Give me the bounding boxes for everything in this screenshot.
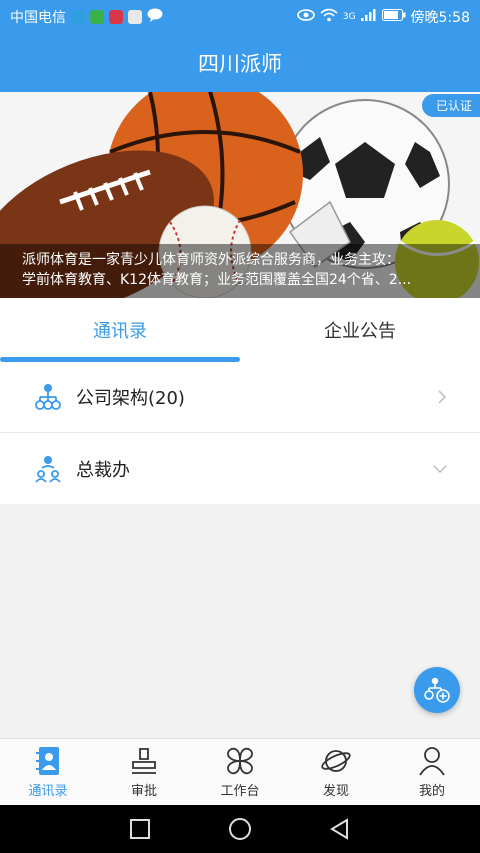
triangle-back-icon bbox=[330, 818, 348, 840]
nav-workbench[interactable]: 工作台 bbox=[192, 739, 288, 805]
page-title: 四川派师 bbox=[198, 52, 282, 76]
status-bar: 中国电信 3G 傍晚5:58 bbox=[0, 0, 480, 34]
iqiyi-notification-icon bbox=[90, 10, 104, 24]
list-item-company-structure[interactable]: 公司架构(20) bbox=[0, 362, 480, 433]
add-org-icon bbox=[424, 677, 450, 703]
circle-icon bbox=[229, 818, 251, 840]
contacts-list: 公司架构(20) 总裁办 bbox=[0, 362, 480, 504]
department-icon bbox=[35, 455, 61, 483]
clock-label: 傍晚5:58 bbox=[410, 10, 470, 26]
nav-approval-label: 审批 bbox=[130, 784, 157, 799]
nav-contacts[interactable]: 通讯录 bbox=[0, 739, 96, 805]
signal-icon bbox=[360, 9, 377, 25]
list-item-label: 总裁办 bbox=[76, 459, 130, 481]
approval-stamp-icon bbox=[132, 748, 156, 774]
eye-icon bbox=[297, 9, 315, 25]
bottom-navigation: 通讯录 审批 工作台 发现 我的 bbox=[0, 738, 480, 805]
list-item-label: 公司架构(20) bbox=[76, 388, 185, 409]
message-icon bbox=[147, 8, 163, 26]
system-navigation-bar bbox=[0, 805, 480, 853]
workbench-icon bbox=[227, 747, 253, 775]
chevron-right-icon bbox=[438, 390, 447, 404]
carrier-label: 中国电信 bbox=[10, 10, 66, 26]
org-chart-icon bbox=[35, 384, 61, 410]
wifi-icon bbox=[320, 8, 338, 26]
nav-discover[interactable]: 发现 bbox=[288, 739, 384, 805]
add-department-button[interactable] bbox=[414, 667, 460, 713]
title-bar: 四川派师 bbox=[0, 34, 480, 92]
user-icon bbox=[419, 747, 445, 776]
tab-bar: 通讯录 企业公告 bbox=[0, 298, 480, 362]
verified-badge: 已认证 bbox=[421, 94, 480, 117]
banner-caption-line-2: 学前体育教育、K12体育教育；业务范围覆盖全国24个省、2... bbox=[22, 272, 412, 288]
status-bar-right: 3G 傍晚5:58 bbox=[297, 7, 470, 27]
home-button[interactable] bbox=[225, 814, 255, 844]
nav-discover-label: 发现 bbox=[322, 784, 349, 799]
list-item-president-office[interactable]: 总裁办 bbox=[0, 433, 480, 504]
status-bar-left: 中国电信 bbox=[10, 7, 163, 27]
app-notification-icon bbox=[71, 10, 85, 24]
chevron-down-icon bbox=[433, 464, 447, 473]
tab-contacts[interactable]: 通讯录 bbox=[0, 298, 240, 362]
company-banner[interactable]: 已认证 派师体育是一家青少儿体育师资外派综合服务商，业务主攻： 学前体育教育、K… bbox=[0, 92, 480, 298]
planet-icon bbox=[321, 750, 351, 772]
contacts-icon bbox=[36, 747, 59, 775]
network-type-label: 3G bbox=[342, 12, 356, 22]
battery-icon bbox=[381, 9, 406, 25]
tab-announcements[interactable]: 企业公告 bbox=[240, 298, 480, 362]
nav-mine-label: 我的 bbox=[418, 784, 445, 799]
tab-contacts-label: 通讯录 bbox=[93, 321, 147, 342]
nav-contacts-label: 通讯录 bbox=[28, 784, 68, 799]
app-notification-icon-2 bbox=[109, 10, 123, 24]
tab-announcements-label: 企业公告 bbox=[324, 321, 396, 342]
app-notification-icon-3 bbox=[128, 10, 142, 24]
nav-mine[interactable]: 我的 bbox=[384, 739, 480, 805]
banner-caption: 派师体育是一家青少儿体育师资外派综合服务商，业务主攻： 学前体育教育、K12体育… bbox=[0, 244, 480, 298]
nav-workbench-label: 工作台 bbox=[220, 784, 260, 799]
banner-caption-line-1: 派师体育是一家青少儿体育师资外派综合服务商，业务主攻： bbox=[22, 252, 400, 268]
back-button[interactable] bbox=[325, 814, 355, 844]
square-icon bbox=[130, 819, 150, 839]
recent-apps-button[interactable] bbox=[125, 814, 155, 844]
nav-approval[interactable]: 审批 bbox=[96, 739, 192, 805]
